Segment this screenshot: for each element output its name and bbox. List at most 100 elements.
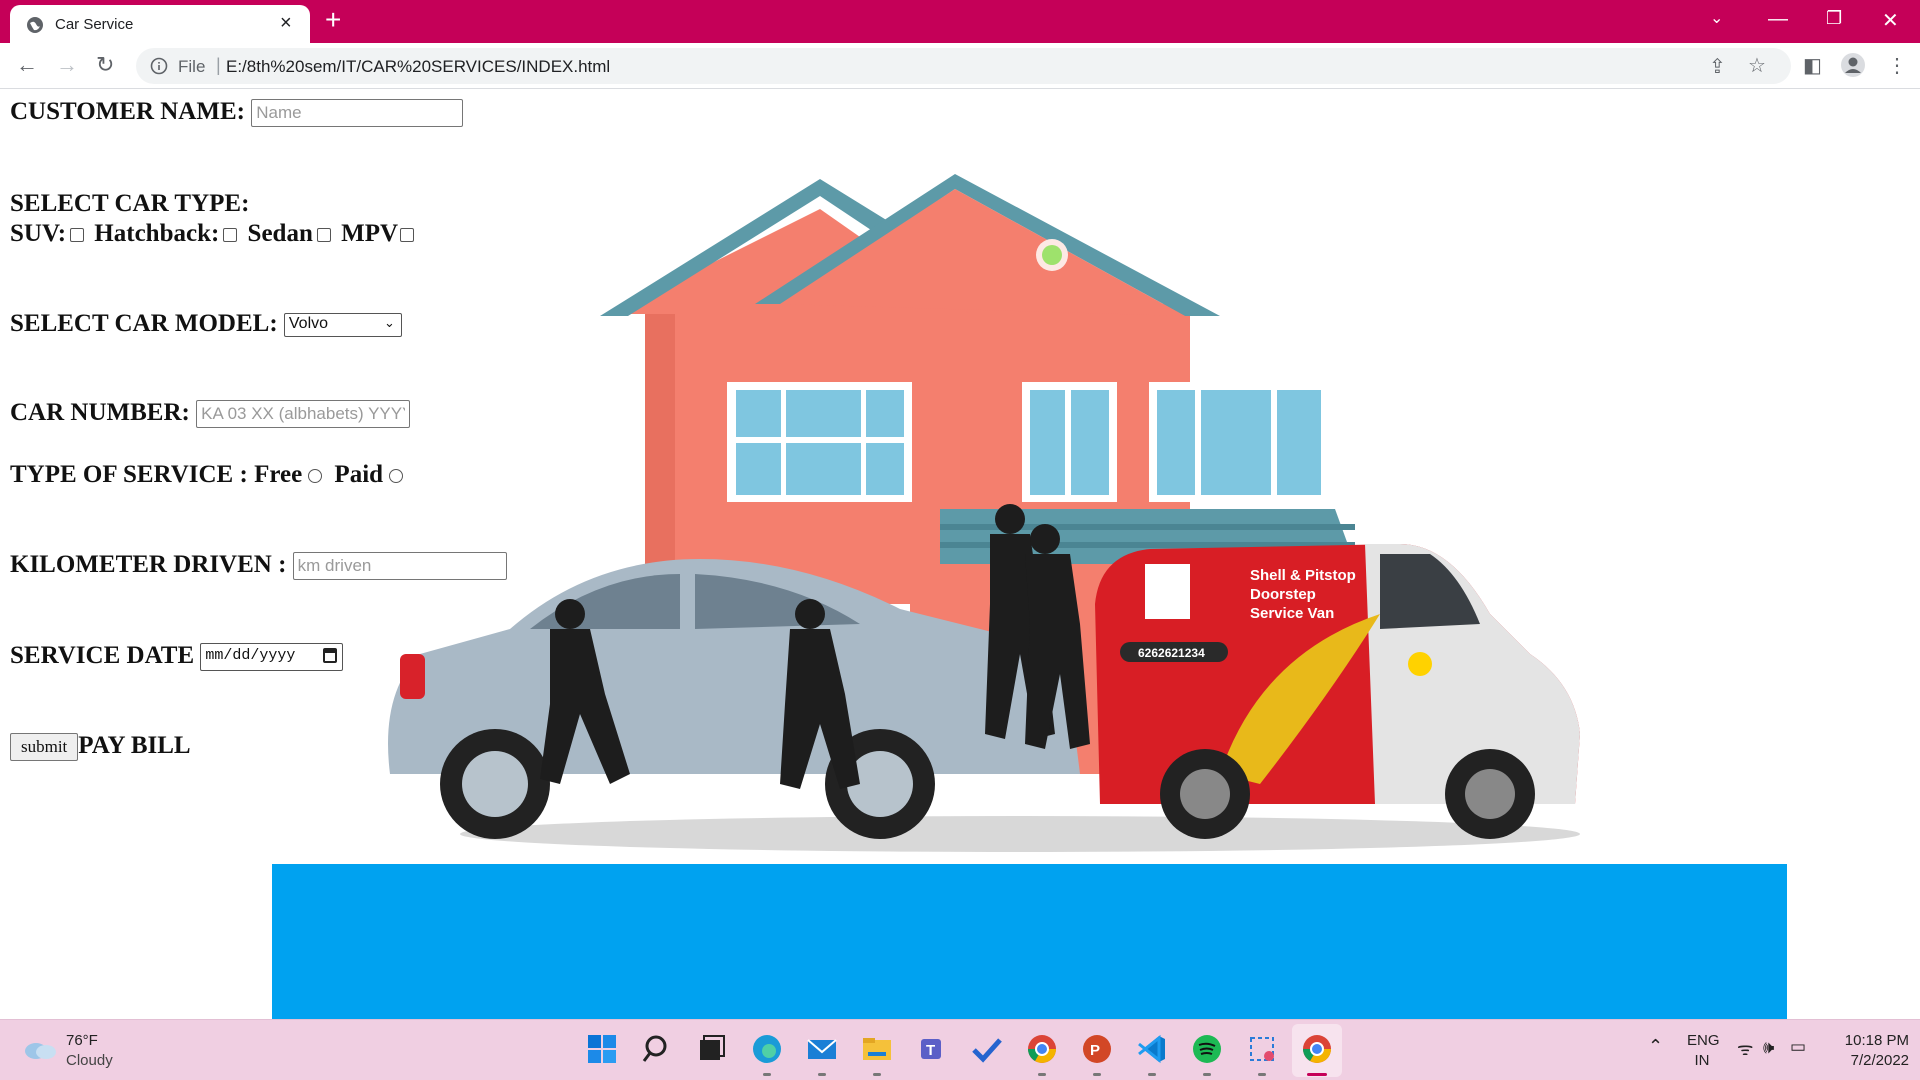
submit-row: submit PAY BILL: [10, 732, 191, 762]
km-label: KILOMETER DRIVEN :: [10, 551, 287, 578]
service-paid-label: Paid: [334, 461, 384, 488]
car-type-label: SELECT CAR TYPE:: [10, 190, 250, 217]
battery-icon[interactable]: ▭: [1790, 1037, 1806, 1057]
active-indicator: [1307, 1073, 1327, 1076]
chevron-down-icon: ⌄: [383, 315, 395, 331]
pay-bill-text: PAY BILL: [78, 732, 191, 759]
running-indicator: [1148, 1073, 1156, 1076]
clock-time[interactable]: 10:18 PM: [1835, 1032, 1909, 1049]
service-free-radio[interactable]: [308, 469, 323, 484]
cloud-weather-icon[interactable]: [22, 1036, 58, 1062]
url-text[interactable]: E:/8th%20sem/IT/CAR%20SERVICES/INDEX.htm…: [226, 57, 610, 77]
calendar-icon[interactable]: [323, 648, 338, 664]
share-icon[interactable]: ⇪: [1709, 54, 1726, 79]
page-content: Shell & Pitstop Doorstep Service Van 626…: [0, 89, 1920, 1019]
info-icon[interactable]: [150, 57, 168, 75]
km-row: KILOMETER DRIVEN :: [10, 551, 507, 581]
car-type-heading: SELECT CAR TYPE:: [10, 190, 249, 218]
running-indicator: [1038, 1073, 1046, 1076]
restore-icon[interactable]: ❐: [1826, 8, 1842, 29]
car-model-row: SELECT CAR MODEL: Volvo ⌄: [10, 310, 402, 338]
service-paid-radio[interactable]: [389, 469, 404, 484]
car-model-label: SELECT CAR MODEL:: [10, 310, 278, 337]
car-type-suv-label: SUV:: [10, 220, 67, 247]
close-window-icon[interactable]: ✕: [1882, 8, 1899, 33]
wifi-icon[interactable]: ᯤ: [1737, 1037, 1753, 1061]
car-model-selected: Volvo: [288, 315, 329, 333]
powerpoint-icon[interactable]: P: [1080, 1032, 1114, 1066]
bookmark-star-icon[interactable]: ☆: [1748, 53, 1766, 78]
car-model-select[interactable]: Volvo ⌄: [283, 313, 402, 338]
car-type-hatchback-checkbox[interactable]: [223, 228, 238, 243]
menu-kebab-icon[interactable]: ⋮: [1887, 53, 1907, 78]
tab-car-service[interactable]: Car Service ×: [10, 5, 310, 43]
new-tab-button[interactable]: +: [325, 4, 341, 36]
reload-icon[interactable]: ↻: [96, 52, 114, 78]
running-indicator: [1203, 1073, 1211, 1076]
windows-taskbar: 76°F Cloudy T P ⌃ ENG IN ᯤ 🕪 ▭ 10:18 PM …: [0, 1019, 1920, 1080]
svg-text:T: T: [926, 1042, 935, 1059]
running-indicator: [818, 1073, 826, 1076]
windows-start-icon[interactable]: [585, 1032, 619, 1066]
profile-avatar-icon[interactable]: [1840, 52, 1866, 78]
running-indicator: [1258, 1073, 1266, 1076]
customer-name-label: CUSTOMER NAME:: [10, 98, 245, 125]
close-tab-icon[interactable]: ×: [280, 12, 292, 35]
edge-icon[interactable]: [750, 1032, 784, 1066]
service-free-label: Free: [254, 461, 303, 488]
language-code[interactable]: ENG: [1687, 1032, 1720, 1049]
running-indicator: [763, 1073, 771, 1076]
km-driven-input[interactable]: [292, 552, 507, 581]
van-phone: 6262621234: [1138, 646, 1205, 660]
snipping-tool-icon[interactable]: [1245, 1032, 1279, 1066]
minimize-icon[interactable]: —: [1768, 8, 1788, 31]
tab-title: Car Service: [55, 16, 134, 33]
tab-search-icon[interactable]: ⌄: [1710, 8, 1723, 28]
car-type-suv-checkbox[interactable]: [70, 228, 85, 243]
car-type-sedan-checkbox[interactable]: [316, 228, 331, 243]
vscode-icon[interactable]: [1135, 1032, 1169, 1066]
search-icon[interactable]: [640, 1032, 674, 1066]
service-date-input[interactable]: mm/dd/yyyy: [200, 643, 344, 672]
chrome-active-icon[interactable]: [1300, 1032, 1334, 1066]
globe-icon: [27, 17, 43, 33]
side-panel-icon[interactable]: ◧: [1803, 53, 1822, 78]
car-number-input[interactable]: [196, 400, 411, 429]
van-text-line1: Shell & Pitstop: [1250, 567, 1356, 584]
task-view-icon[interactable]: [695, 1032, 729, 1066]
todo-icon[interactable]: [970, 1032, 1004, 1066]
teams-icon[interactable]: T: [915, 1032, 949, 1066]
car-type-options: SUV: Hatchback: Sedan MPV: [10, 220, 418, 248]
forward-icon[interactable]: →: [56, 52, 78, 78]
service-date-row: SERVICE DATE mm/dd/yyyy: [10, 642, 344, 672]
car-number-row: CAR NUMBER:: [10, 399, 411, 429]
spotify-icon[interactable]: [1190, 1032, 1224, 1066]
browser-toolbar: ← → ↻ File | E:/8th%20sem/IT/CAR%20SERVI…: [0, 43, 1920, 89]
customer-name-row: CUSTOMER NAME:: [10, 98, 464, 128]
service-van-illustration: Shell & Pitstop Doorstep Service Van 626…: [1095, 544, 1580, 839]
car-type-mpv-label: MPV: [341, 220, 399, 247]
running-indicator: [873, 1073, 881, 1076]
service-type-row: TYPE OF SERVICE : Free Paid: [10, 461, 409, 489]
service-date-label: SERVICE DATE: [10, 642, 195, 669]
van-text-line3: Service Van: [1250, 605, 1334, 622]
running-indicator: [1093, 1073, 1101, 1076]
back-icon[interactable]: ←: [16, 52, 38, 78]
car-service-illustration: Shell & Pitstop Doorstep Service Van 626…: [388, 174, 1580, 852]
customer-name-input[interactable]: [251, 99, 464, 128]
mail-icon[interactable]: [805, 1032, 839, 1066]
service-date-placeholder: mm/dd/yyyy: [205, 647, 296, 665]
submit-button[interactable]: submit: [10, 733, 79, 762]
chrome-icon[interactable]: [1025, 1032, 1059, 1066]
weather-desc: Cloudy: [66, 1052, 113, 1069]
language-region[interactable]: IN: [1687, 1052, 1717, 1069]
service-type-label: TYPE OF SERVICE :: [10, 461, 248, 488]
clock-date[interactable]: 7/2/2022: [1835, 1052, 1909, 1069]
address-bar[interactable]: File | E:/8th%20sem/IT/CAR%20SERVICES/IN…: [136, 48, 1791, 84]
url-scheme: File: [178, 57, 206, 76]
file-explorer-icon[interactable]: [860, 1032, 894, 1066]
van-text-line2: Doorstep: [1250, 586, 1316, 603]
volume-icon[interactable]: 🕪: [1763, 1037, 1774, 1058]
chevron-up-icon[interactable]: ⌃: [1648, 1036, 1663, 1057]
car-type-mpv-checkbox[interactable]: [400, 228, 415, 243]
